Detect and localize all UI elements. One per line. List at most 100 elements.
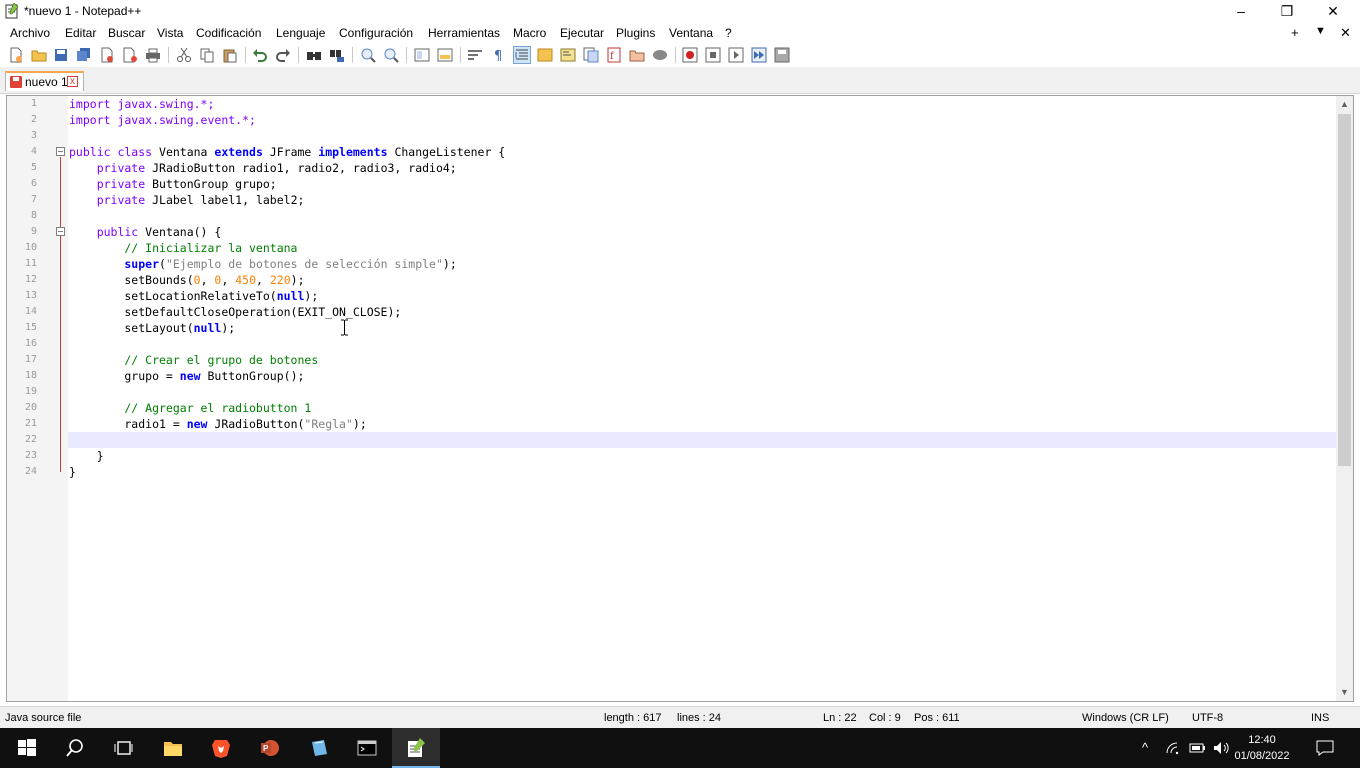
editor-pane[interactable]: 1 2 3 4 5 6 7 8 9 10 11 12 13 14 15 16 17 18 19 20 21 22 23 24 … xyxy=(6,95,1354,702)
file-explorer-button[interactable] xyxy=(149,728,197,768)
find-icon[interactable] xyxy=(306,47,322,63)
copy-icon[interactable] xyxy=(199,47,215,63)
scrollbar-thumb[interactable] xyxy=(1338,114,1351,466)
menu-vista[interactable]: Vista xyxy=(157,26,183,40)
menu-archivo[interactable]: Archivo xyxy=(10,26,50,40)
line-number: 20 xyxy=(24,402,37,413)
toolbar: ¶ f xyxy=(0,43,1360,67)
current-line-highlight xyxy=(68,432,1336,448)
code-token: , xyxy=(200,273,215,287)
fold-margin[interactable] xyxy=(54,96,68,701)
powerpoint-icon: P xyxy=(261,740,279,756)
code-line: setBounds(0, 0, 450, 220); xyxy=(69,272,304,288)
code-token: super xyxy=(69,257,160,271)
system-clock[interactable]: 12:40 01/08/2022 xyxy=(1234,732,1290,764)
save-all-icon[interactable] xyxy=(76,47,92,63)
new-tab-plus[interactable]: + xyxy=(1291,25,1299,40)
notifications-icon[interactable] xyxy=(1316,740,1334,756)
doc-list-icon[interactable] xyxy=(583,47,599,63)
code-token: ); xyxy=(304,289,319,303)
menu-herramientas[interactable]: Herramientas xyxy=(428,26,500,40)
line-number: 2 xyxy=(30,114,37,125)
tab-nuevo-1[interactable]: nuevo 1 x xyxy=(5,71,84,91)
task-view-button[interactable] xyxy=(99,728,147,768)
menu-buscar[interactable]: Buscar xyxy=(108,26,145,40)
minimize-button[interactable]: – xyxy=(1218,0,1264,22)
status-eol[interactable]: Windows (CR LF) xyxy=(1082,712,1169,724)
indent-guide-icon[interactable] xyxy=(513,46,531,64)
terminal-button[interactable] xyxy=(343,728,391,768)
code-line: setLayout(null); xyxy=(69,320,235,336)
undo-icon[interactable] xyxy=(252,47,268,63)
tab-list-down[interactable]: ▼ xyxy=(1315,25,1326,37)
code-area[interactable]: import javax.swing.*; import javax.swing.… xyxy=(68,96,1336,701)
code-token: ChangeListener { xyxy=(394,145,506,159)
macro-stop-icon[interactable] xyxy=(705,47,721,63)
scroll-up-arrow-icon[interactable]: ▲ xyxy=(1336,96,1353,113)
powerpoint-button[interactable]: P xyxy=(246,728,294,768)
open-file-icon[interactable] xyxy=(31,47,47,63)
zoom-out-icon[interactable] xyxy=(383,47,399,63)
status-encoding[interactable]: UTF-8 xyxy=(1192,712,1223,724)
code-token: 0 xyxy=(193,273,201,287)
search-button[interactable] xyxy=(51,728,99,768)
notepadpp-taskbar-button[interactable] xyxy=(392,728,440,768)
paste-icon[interactable] xyxy=(222,47,238,63)
battery-icon[interactable] xyxy=(1189,742,1206,754)
show-all-chars-icon[interactable]: ¶ xyxy=(490,47,506,63)
zoom-in-icon[interactable] xyxy=(360,47,376,63)
line-number: 19 xyxy=(24,386,37,397)
print-icon[interactable] xyxy=(145,47,161,63)
cut-icon[interactable] xyxy=(176,47,192,63)
menu-macro[interactable]: Macro xyxy=(513,26,546,40)
toolbar-separator xyxy=(460,47,461,63)
save-icon[interactable] xyxy=(53,47,69,63)
volume-icon[interactable] xyxy=(1213,741,1230,755)
replace-icon[interactable] xyxy=(329,47,345,63)
sync-vertical-icon[interactable] xyxy=(414,47,430,63)
folder-icon xyxy=(164,742,182,756)
macro-record-icon[interactable] xyxy=(682,47,698,63)
menu-lenguaje[interactable]: Lenguaje xyxy=(276,26,325,40)
menu-configuracion[interactable]: Configuración xyxy=(339,26,413,40)
start-button[interactable] xyxy=(3,728,51,768)
code-token: public class xyxy=(69,145,160,159)
menu-codificacion[interactable]: Codificación xyxy=(196,26,261,40)
fold-toggle-icon[interactable] xyxy=(56,227,65,236)
maximize-button[interactable]: ❐ xyxy=(1264,0,1310,22)
fold-toggle-icon[interactable] xyxy=(56,147,65,156)
menu-plugins[interactable]: Plugins xyxy=(616,26,655,40)
svg-text:P: P xyxy=(263,744,269,753)
close-file-icon[interactable] xyxy=(99,47,115,63)
line-number: 3 xyxy=(30,130,37,141)
brave-browser-button[interactable] xyxy=(197,728,245,768)
scroll-down-arrow-icon[interactable]: ▼ xyxy=(1336,684,1353,701)
macro-play-multiple-icon[interactable] xyxy=(751,47,767,63)
redo-icon[interactable] xyxy=(275,47,291,63)
menu-ejecutar[interactable]: Ejecutar xyxy=(560,26,604,40)
menu-help[interactable]: ? xyxy=(725,26,732,40)
new-file-icon[interactable] xyxy=(8,47,24,63)
close-doc-button[interactable]: ✕ xyxy=(1340,25,1351,41)
macro-save-icon[interactable] xyxy=(774,47,790,63)
function-list-icon[interactable]: f xyxy=(606,47,622,63)
sync-horizontal-icon[interactable] xyxy=(437,47,453,63)
line-number: 18 xyxy=(24,370,37,381)
code-token: null xyxy=(276,289,305,303)
monitoring-icon[interactable] xyxy=(652,47,668,63)
code-line: private ButtonGroup grupo; xyxy=(69,176,277,192)
tab-close-icon[interactable]: x xyxy=(67,76,78,87)
close-all-icon[interactable] xyxy=(122,47,138,63)
macro-play-icon[interactable] xyxy=(728,47,744,63)
menu-editar[interactable]: Editar xyxy=(65,26,96,40)
notepad-blue-button[interactable] xyxy=(295,728,343,768)
doc-map-icon[interactable] xyxy=(560,47,576,63)
wifi-icon[interactable] xyxy=(1166,741,1182,755)
folder-workspace-icon[interactable] xyxy=(629,47,645,63)
tray-chevron-icon[interactable]: ^ xyxy=(1142,740,1148,755)
word-wrap-icon[interactable] xyxy=(467,47,483,63)
close-window-button[interactable]: ✕ xyxy=(1310,0,1356,22)
vertical-scrollbar[interactable]: ▲ ▼ xyxy=(1336,96,1353,701)
menu-ventana[interactable]: Ventana xyxy=(669,26,713,40)
udl-icon[interactable] xyxy=(537,47,553,63)
